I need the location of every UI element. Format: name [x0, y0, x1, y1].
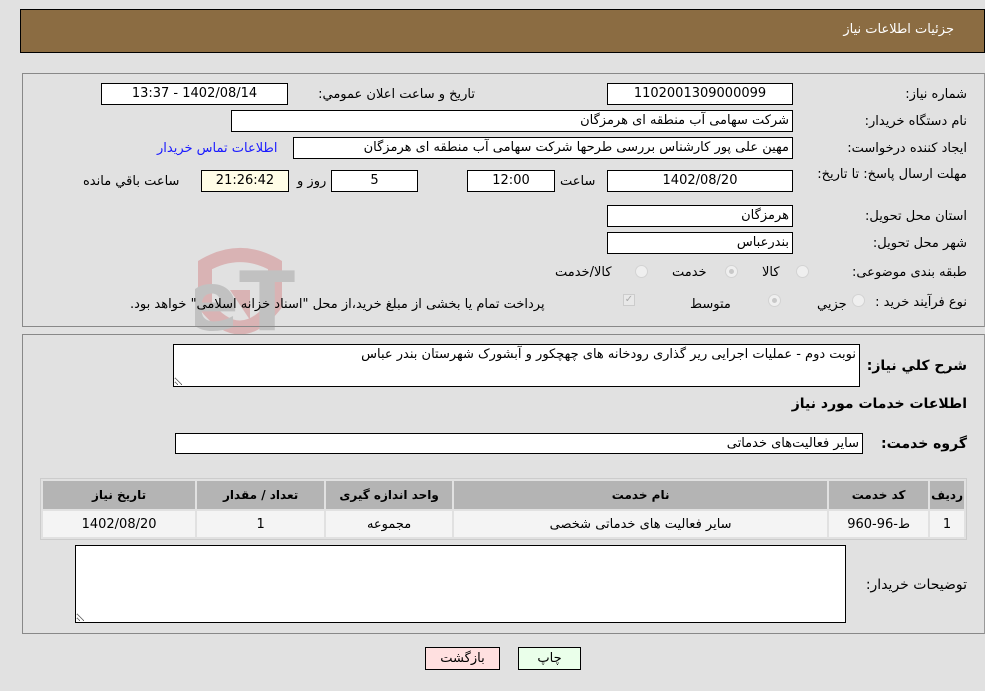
buyer-org-field[interactable]: شرکت سهامی آب منطقه ای هرمزگان — [231, 110, 793, 132]
requester-field[interactable]: مهین علی پور کارشناس بررسی طرحها شرکت سه… — [293, 137, 793, 159]
remaining-days-field[interactable]: 5 — [331, 170, 418, 192]
treasury-payment-checkbox[interactable]: ✓ — [623, 294, 635, 306]
process-minor-label: جزيي — [817, 297, 847, 312]
cell-unit: مجموعه — [326, 511, 453, 537]
print-button[interactable]: چاپ — [518, 647, 581, 670]
description-textarea[interactable]: نوبت دوم - عملیات اجرایی ریر گذاری رودخا… — [173, 344, 860, 387]
col-row-number: رديف — [930, 481, 964, 509]
city-label: شهر محل تحويل: — [872, 236, 967, 251]
city-field[interactable]: بندرعباس — [607, 232, 793, 254]
cell-service-name: سایر فعالیت های خدماتی شخصی — [454, 511, 828, 537]
category-service-label: خدمت — [672, 265, 707, 280]
cell-service-code: ط-96-960 — [829, 511, 929, 537]
cell-row-number: 1 — [930, 511, 964, 537]
process-minor-radio[interactable] — [852, 294, 865, 307]
service-group-field[interactable]: ساير فعاليت‌هاى خدماتى — [175, 433, 863, 454]
col-unit: واحد اندازه گيری — [326, 481, 453, 509]
category-goods-label: کالا — [762, 265, 780, 280]
need-number-field[interactable]: 1102001309000099 — [607, 83, 793, 105]
announce-datetime-field[interactable]: 1402/08/14 - 13:37 — [101, 83, 288, 105]
col-service-name: نام خدمت — [454, 481, 828, 509]
buyer-contact-link[interactable]: اطلاعات تماس خريدار — [157, 141, 277, 156]
cell-need-date: 1402/08/20 — [43, 511, 196, 537]
buyer-notes-textarea[interactable] — [75, 545, 846, 623]
process-label: نوع فرآيند خريد : — [875, 295, 967, 310]
province-label: استان محل تحويل: — [865, 209, 967, 224]
remaining-time-label: ساعت باقي مانده — [83, 174, 180, 189]
service-group-label: گروه خدمت: — [881, 436, 967, 452]
treasury-payment-note: پرداخت تمام يا بخشی از مبلغ خريد،از محل … — [130, 297, 545, 312]
days-label: روز و — [297, 174, 327, 189]
col-need-date: تاريخ نياز — [43, 481, 196, 509]
col-quantity: تعداد / مقدار — [197, 481, 325, 509]
requester-label: ايجاد کننده درخواست: — [847, 141, 967, 156]
description-label: شرح كلي نياز: — [866, 358, 967, 374]
deadline-label: مهلت ارسال پاسخ: تا تاریخ: — [817, 167, 967, 182]
page-header: جزئیات اطلاعات نیاز — [20, 9, 985, 53]
category-label: طبقه بندی موضوعی: — [851, 265, 967, 280]
category-service-radio[interactable] — [725, 265, 738, 278]
category-goods-service-radio[interactable] — [635, 265, 648, 278]
deadline-date-field[interactable]: 1402/08/20 — [607, 170, 793, 192]
deadline-time-field[interactable]: 12:00 — [467, 170, 555, 192]
buyer-notes-label: توضيحات خريدار: — [865, 577, 967, 593]
services-table: رديف کد خدمت نام خدمت واحد اندازه گيری ت… — [40, 478, 967, 540]
col-service-code: کد خدمت — [829, 481, 929, 509]
buyer-org-label: نام دستگاه خريدار: — [864, 114, 967, 129]
page-title: جزئیات اطلاعات نیاز — [843, 22, 954, 37]
announce-datetime-label: تاريخ و ساعت اعلان عمومي: — [318, 87, 475, 102]
category-goods-radio[interactable] — [796, 265, 809, 278]
process-medium-radio[interactable] — [768, 294, 781, 307]
need-number-label: شماره نیاز: — [905, 87, 967, 102]
table-header-row: رديف کد خدمت نام خدمت واحد اندازه گيری ت… — [43, 481, 964, 509]
process-medium-label: متوسط — [690, 297, 731, 312]
back-button[interactable]: بازگشت — [425, 647, 500, 670]
province-field[interactable]: هرمزگان — [607, 205, 793, 227]
cell-quantity: 1 — [197, 511, 325, 537]
category-goods-service-label: کالا/خدمت — [555, 265, 612, 280]
table-row: 1 ط-96-960 سایر فعالیت های خدماتی شخصی م… — [43, 511, 964, 537]
deadline-time-label: ساعت — [560, 174, 596, 189]
services-section-title: اطلاعات خدمات مورد نياز — [791, 396, 967, 412]
remaining-time-field: 21:26:42 — [201, 170, 289, 192]
